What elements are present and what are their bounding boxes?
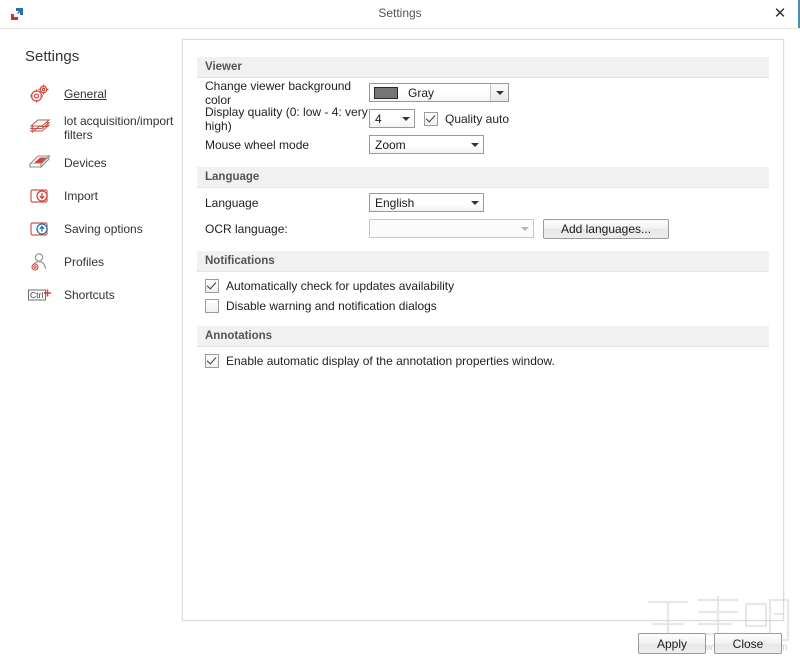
checkbox-row-auto-update[interactable]: Automatically check for updates availabi… <box>197 276 783 295</box>
disable-warnings-label: Disable warning and notification dialogs <box>226 298 437 313</box>
sidebar-nav: General lot acquisition/import filters D… <box>0 77 180 311</box>
mouse-wheel-mode-label: Mouse wheel mode <box>205 137 310 152</box>
sidebar-heading: Settings <box>25 48 80 65</box>
ctrl-key-icon: Ctrl <box>24 284 56 306</box>
section-header-viewer: Viewer <box>197 57 769 78</box>
sidebar-item-import[interactable]: Import <box>0 179 180 212</box>
background-color-label: Change viewer background color <box>205 78 352 107</box>
section-header-notifications: Notifications <box>197 251 769 272</box>
gears-icon <box>24 83 56 105</box>
scanner-icon <box>24 152 56 174</box>
checkbox-row-disable-warnings[interactable]: Disable warning and notification dialogs <box>197 296 783 315</box>
quality-auto-checkbox-group[interactable]: Quality auto <box>424 111 510 126</box>
sidebar-item-profiles[interactable]: Profiles <box>0 245 180 278</box>
section-header-language: Language <box>197 167 769 188</box>
window-title: Settings <box>378 6 422 20</box>
language-value: English <box>375 195 415 210</box>
stacked-pages-icon <box>24 117 56 139</box>
language-label: Language <box>205 195 259 210</box>
user-profile-icon <box>24 251 56 273</box>
import-down-arrow-icon <box>24 185 56 207</box>
ocr-language-label: OCR language: <box>205 221 288 236</box>
checkbox-row-annotation-properties[interactable]: Enable automatic display of the annotati… <box>197 351 783 370</box>
row-background-color: Change viewer background color Gray <box>197 78 783 107</box>
language-dropdown[interactable]: English <box>369 193 484 212</box>
sidebar-item-label: Saving options <box>64 221 143 236</box>
color-swatch <box>374 86 398 99</box>
sidebar-item-label: Shortcuts <box>64 287 115 302</box>
display-quality-value: 4 <box>375 111 382 126</box>
mouse-wheel-mode-value: Zoom <box>375 137 406 152</box>
auto-update-label: Automatically check for updates availabi… <box>226 278 455 293</box>
sidebar-item-label: lot acquisition/import filters <box>64 114 174 142</box>
chevron-down-icon <box>490 84 508 101</box>
add-languages-button[interactable]: Add languages... <box>543 218 669 239</box>
quality-auto-checkbox[interactable] <box>424 111 438 126</box>
chevron-down-icon <box>516 220 533 237</box>
close-button[interactable]: Close <box>714 633 782 654</box>
sidebar-item-label: Profiles <box>64 254 105 269</box>
row-mouse-wheel-mode: Mouse wheel mode Zoom <box>197 133 783 156</box>
section-header-annotations: Annotations <box>197 326 769 347</box>
settings-panel: Viewer Change viewer background color Gr… <box>182 39 784 621</box>
display-quality-label: Display quality (0: low - 4: very high) <box>205 104 368 133</box>
disable-warnings-checkbox[interactable] <box>205 298 219 313</box>
mouse-wheel-mode-dropdown[interactable]: Zoom <box>369 135 484 154</box>
dialog-footer: Apply Close <box>638 633 782 654</box>
chevron-down-icon <box>466 136 483 153</box>
title-bar: Settings ✕ <box>0 0 800 29</box>
ocr-language-dropdown[interactable] <box>369 219 534 238</box>
sidebar-item-label: Devices <box>64 155 107 170</box>
annotation-properties-checkbox[interactable] <box>205 353 219 368</box>
background-color-value: Gray <box>408 85 435 100</box>
chevron-down-icon <box>466 194 483 211</box>
apply-button[interactable]: Apply <box>638 633 706 654</box>
sidebar-item-label: General <box>64 86 107 101</box>
sidebar-item-general[interactable]: General <box>0 77 180 110</box>
sidebar-item-label: Import <box>64 188 99 203</box>
save-up-arrow-icon <box>24 218 56 240</box>
sidebar: Settings General lot acquisition/import … <box>0 29 180 660</box>
close-icon[interactable]: ✕ <box>770 4 790 24</box>
auto-update-checkbox[interactable] <box>205 278 219 293</box>
row-language: Language English <box>197 191 783 214</box>
annotation-properties-label: Enable automatic display of the annotati… <box>226 353 555 368</box>
sidebar-item-shortcuts[interactable]: Ctrl Shortcuts <box>0 278 180 311</box>
sidebar-item-devices[interactable]: Devices <box>0 146 180 179</box>
row-display-quality: Display quality (0: low - 4: very high) … <box>197 104 783 133</box>
sidebar-item-lot-acquisition-import-filters[interactable]: lot acquisition/import filters <box>0 110 180 146</box>
quality-auto-label: Quality auto <box>445 111 510 126</box>
display-quality-dropdown[interactable]: 4 <box>369 109 415 128</box>
svg-text:Ctrl: Ctrl <box>30 290 43 300</box>
dialog-body: Settings General lot acquisition/import … <box>0 29 800 660</box>
row-ocr-language: OCR language: Add languages... <box>197 217 783 240</box>
sidebar-item-saving-options[interactable]: Saving options <box>0 212 180 245</box>
chevron-down-icon <box>397 110 414 127</box>
background-color-dropdown[interactable]: Gray <box>369 83 509 102</box>
